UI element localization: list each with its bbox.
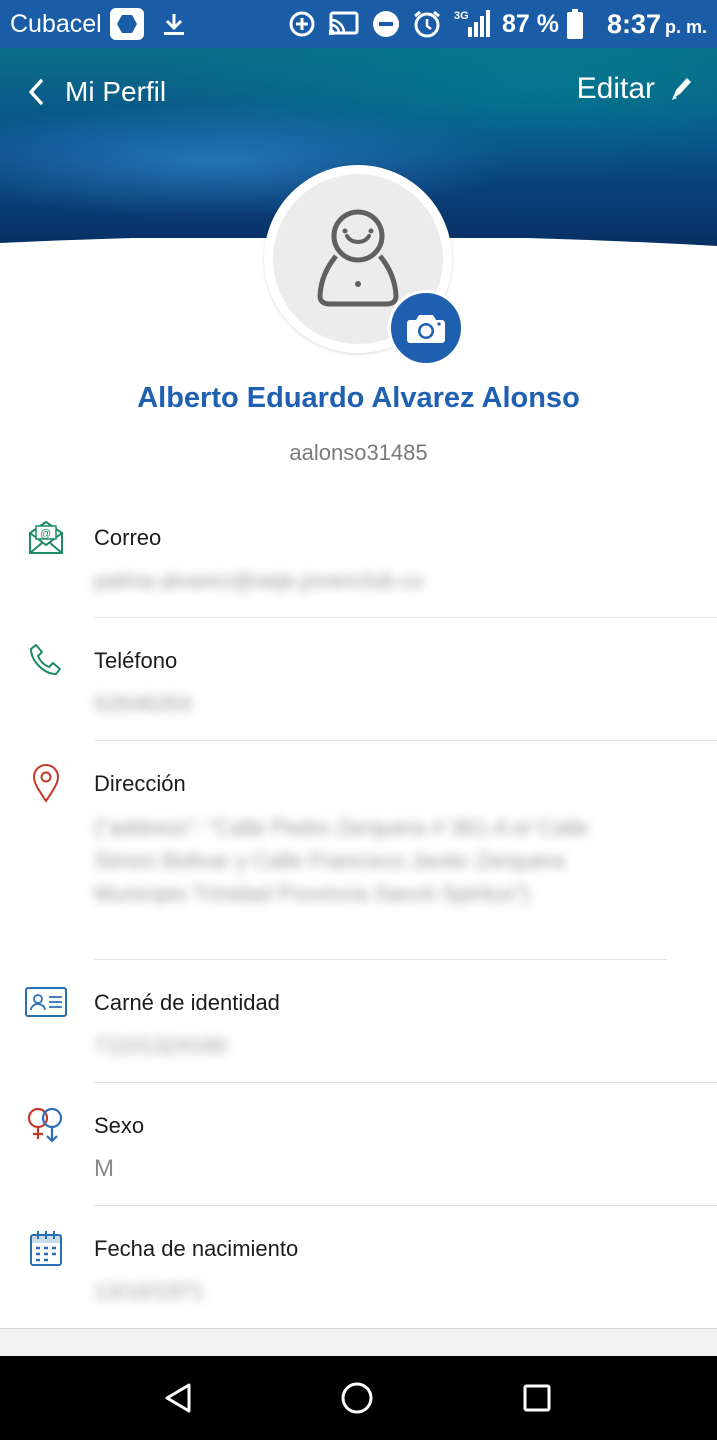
page-title: Mi Perfil xyxy=(65,76,167,107)
address-row: Dirección {"address": "Calle Pedro Zerqu… xyxy=(0,741,717,960)
sex-value[interactable]: M xyxy=(94,1155,114,1183)
id-card-icon xyxy=(24,980,68,1024)
default-user-avatar-icon xyxy=(317,209,399,307)
clock: 8:37 p. m. xyxy=(607,9,707,40)
clock-time: 8:37 xyxy=(606,8,661,39)
battery-icon xyxy=(566,9,583,39)
bottom-strip xyxy=(0,1328,717,1356)
nav-back-button[interactable] xyxy=(156,1376,200,1420)
nav-home-button[interactable] xyxy=(335,1376,379,1420)
pencil-icon xyxy=(672,78,691,100)
svg-text:@: @ xyxy=(40,528,51,540)
location-pin-icon xyxy=(24,761,68,805)
phone-value[interactable]: 52646264 xyxy=(94,691,192,717)
phone-icon xyxy=(24,638,68,682)
sex-label: Sexo xyxy=(94,1113,145,1138)
clock-ampm: p. m. xyxy=(664,16,707,37)
phone-label: Teléfono xyxy=(94,648,178,673)
cast-icon xyxy=(328,11,360,37)
email-label: Correo xyxy=(94,525,162,550)
sex-row: Sexo M xyxy=(0,1083,717,1206)
nav-recents-button[interactable] xyxy=(515,1376,559,1420)
triangle-back-icon xyxy=(165,1383,191,1413)
calendar-icon xyxy=(24,1226,68,1270)
circle-home-icon xyxy=(341,1382,373,1414)
profile-username: aalonso31485 xyxy=(289,440,428,465)
do-not-disturb-icon xyxy=(372,10,400,38)
change-photo-button[interactable] xyxy=(388,290,464,366)
status-bar: Cubacel 3G 87 % 8:37 p. m. xyxy=(0,0,717,48)
alarm-icon xyxy=(412,9,442,39)
edit-label: Editar xyxy=(576,72,655,105)
address-value[interactable]: {"address": "Calle Pedro Zerquera # 361-… xyxy=(94,811,654,910)
gender-icon xyxy=(24,1103,68,1147)
square-recents-icon xyxy=(523,1384,551,1412)
signal-icon: 3G xyxy=(454,9,490,39)
id-card-value[interactable]: 71101324160 xyxy=(94,1033,227,1059)
data-saver-icon xyxy=(288,10,316,38)
id-card-row: Carné de identidad 71101324160 xyxy=(0,960,717,1083)
profile-name: Alberto Eduardo Alvarez Alonso xyxy=(137,382,580,414)
phone-row: Teléfono 52646264 xyxy=(0,618,717,741)
profile-info-list: @ Correo palma.alvarez@oeje.jovenclub.cu… xyxy=(0,495,717,1329)
back-button[interactable] xyxy=(18,72,54,112)
birthdate-row: Fecha de nacimiento 13/10/1971 xyxy=(0,1206,717,1329)
chevron-left-icon xyxy=(29,79,43,105)
id-card-label: Carné de identidad xyxy=(94,990,280,1015)
birthdate-label: Fecha de nacimiento xyxy=(94,1236,299,1261)
email-icon: @ xyxy=(24,515,68,559)
download-icon xyxy=(162,11,186,37)
email-row: @ Correo palma.alvarez@oeje.jovenclub.cu xyxy=(0,495,717,618)
email-value[interactable]: palma.alvarez@oeje.jovenclub.cu xyxy=(94,568,423,594)
network-type: 3G xyxy=(454,10,469,22)
camera-icon xyxy=(407,315,445,343)
birthdate-value[interactable]: 13/10/1971 xyxy=(94,1279,204,1305)
carrier-app-icon xyxy=(109,8,144,40)
carrier-name: Cubacel xyxy=(10,9,102,38)
navigation-bar xyxy=(0,1356,717,1440)
battery-percent: 87 % xyxy=(501,9,559,38)
address-label: Dirección xyxy=(94,771,186,796)
edit-button[interactable]: Editar xyxy=(577,72,693,106)
